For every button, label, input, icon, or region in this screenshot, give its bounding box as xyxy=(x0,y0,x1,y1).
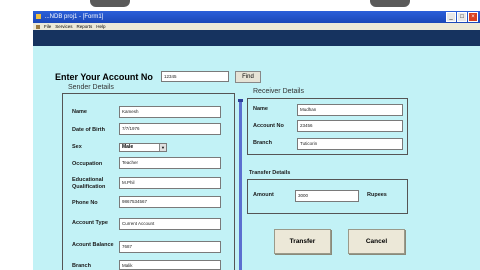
sender-account-type-label: Account Type xyxy=(72,220,108,226)
app-icon xyxy=(36,13,41,19)
sender-phone-label: Phone No xyxy=(72,200,98,206)
menu-reports[interactable]: Reports xyxy=(77,23,93,30)
sender-name-label: Name xyxy=(72,109,87,115)
receiver-name-label: Name xyxy=(253,106,268,112)
device-shape-left xyxy=(90,0,130,7)
window-title: ...NDB proj1 - [Form1] xyxy=(44,14,104,20)
menu-services[interactable]: Services xyxy=(55,23,72,30)
sender-dob-label: Date of Birth xyxy=(72,127,105,133)
sender-phone-input[interactable]: 9867534567 xyxy=(119,196,221,208)
sender-education-label: Educational Qualification xyxy=(72,177,106,190)
receiver-account-input[interactable]: 23456 xyxy=(297,120,403,132)
sender-sex-value: Male xyxy=(122,144,134,150)
sender-balance-input[interactable]: 7687 xyxy=(119,241,221,253)
app-window: ...NDB proj1 - [Form1] _ □ × File Servic… xyxy=(33,11,480,270)
receiver-name-input[interactable]: Mudhan xyxy=(297,104,403,116)
maximize-icon[interactable]: □ xyxy=(457,12,467,22)
separator-cap-top xyxy=(238,99,243,102)
sender-sex-select[interactable]: Male ▼ xyxy=(119,143,167,152)
vertical-separator xyxy=(238,99,243,270)
transfer-form: Enter Your Account No 12345 Find Sender … xyxy=(33,46,480,270)
amount-input[interactable]: 3000 xyxy=(295,190,359,202)
device-shape-right xyxy=(370,0,410,7)
sender-branch-label: Branch xyxy=(72,263,91,269)
minimize-icon[interactable]: _ xyxy=(446,12,456,22)
sender-education-input[interactable]: M.Phil xyxy=(119,177,221,189)
chevron-down-icon[interactable]: ▼ xyxy=(159,144,166,151)
close-icon[interactable]: × xyxy=(468,12,478,22)
sender-name-input[interactable]: Kamesh xyxy=(119,106,221,118)
sender-branch-input[interactable]: Malik xyxy=(119,260,221,270)
menu-help[interactable]: Help xyxy=(96,23,105,30)
sender-dob-input[interactable]: 7/7/1976 xyxy=(119,123,221,135)
account-prompt: Enter Your Account No xyxy=(55,72,153,82)
sender-section-title: Sender Details xyxy=(68,84,114,91)
find-button[interactable]: Find xyxy=(235,71,261,83)
receiver-section-title: Receiver Details xyxy=(253,88,304,95)
transfer-section-title: Transfer Details xyxy=(249,170,291,176)
dark-header-strip xyxy=(33,30,480,46)
menu-file[interactable]: File xyxy=(44,23,51,30)
rupees-label: Rupees xyxy=(367,192,387,198)
sender-balance-label: Acount Balance xyxy=(72,242,114,248)
document-icon xyxy=(36,24,40,29)
amount-label: Amount xyxy=(253,192,274,198)
cancel-button[interactable]: Cancel xyxy=(348,229,405,254)
receiver-account-label: Account No xyxy=(253,123,284,129)
sender-sex-label: Sex xyxy=(72,144,82,150)
sender-occupation-input[interactable]: Teacher xyxy=(119,157,221,169)
sender-account-type-input[interactable]: Current Account xyxy=(119,218,221,230)
receiver-branch-label: Branch xyxy=(253,140,272,146)
sender-occupation-label: Occupation xyxy=(72,161,103,167)
transfer-button[interactable]: Transfer xyxy=(274,229,331,254)
menu-bar: File Services Reports Help xyxy=(33,23,480,30)
title-bar: ...NDB proj1 - [Form1] _ □ × xyxy=(33,11,480,23)
receiver-branch-input[interactable]: Tuticorin xyxy=(297,138,403,150)
account-number-input[interactable]: 12345 xyxy=(161,71,229,82)
